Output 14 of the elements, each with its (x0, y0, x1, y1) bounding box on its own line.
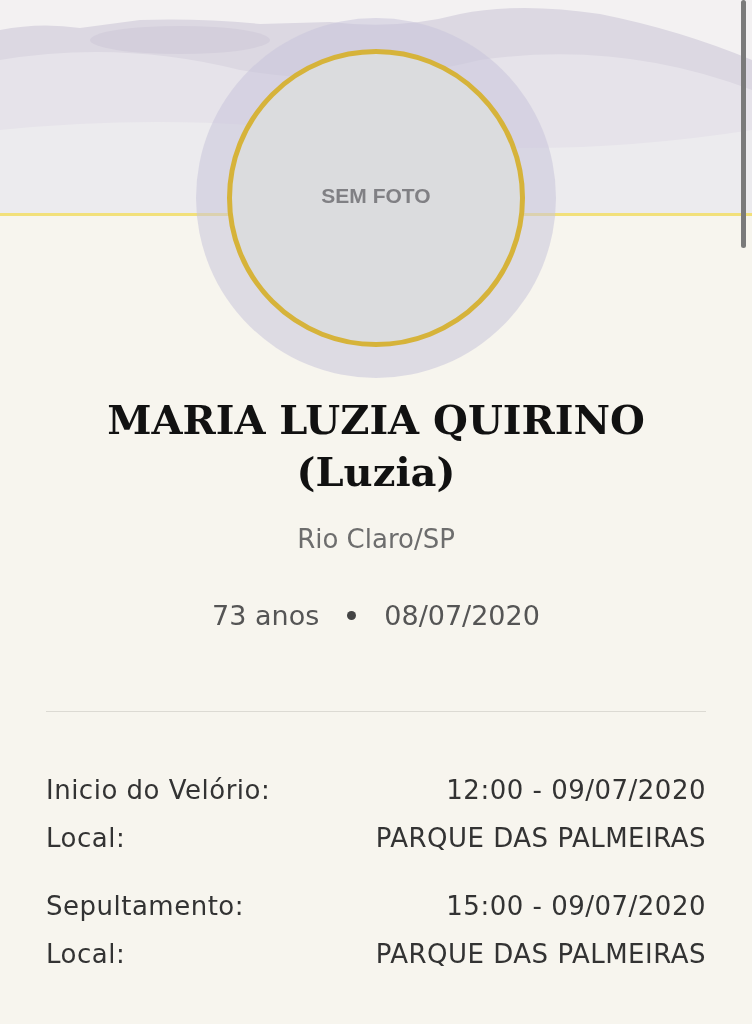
separator-dot (347, 611, 357, 620)
age-text: 73 anos (212, 600, 320, 631)
person-name: MARIA LUZIA QUIRINO (Luzia) (106, 395, 646, 497)
place-name: PARQUE DAS PALMEIRAS (375, 823, 706, 853)
place-label: Local: (46, 823, 126, 853)
avatar-placeholder-text: SEM FOTO (321, 183, 431, 208)
date-text: 08/07/2020 (384, 600, 540, 631)
place-label: Local: (46, 939, 126, 969)
location-text: Rio Claro/SP (296, 524, 456, 554)
event-label: Sepultamento: (46, 891, 244, 921)
place-name: PARQUE DAS PALMEIRAS (375, 939, 706, 969)
event-time: 15:00 - 09/07/2020 (446, 891, 706, 921)
event-label: Inicio do Velório: (46, 775, 271, 805)
event-time: 12:00 - 09/07/2020 (446, 775, 706, 805)
